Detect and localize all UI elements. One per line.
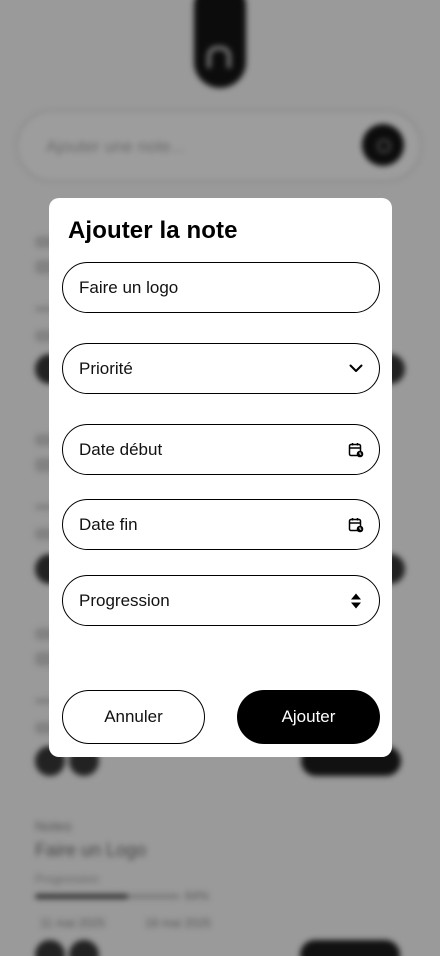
note-card-end-date: 18 mai 2025 [145,916,212,930]
dialog-title: Ajouter la note [68,217,238,244]
note-name-input[interactable]: Faire un logo [62,262,380,313]
progress-select[interactable]: Progression [62,575,380,626]
up-down-arrows-icon [347,592,365,610]
note-card-progress-bar [35,894,180,899]
end-date-label: Date fin [79,514,138,534]
priority-select-label: Priorité [79,358,133,378]
add-button[interactable]: Ajouter [237,690,380,744]
note-card-action-icon[interactable] [69,940,99,956]
search-placeholder: Ajouter une note... [46,137,185,156]
end-date-input[interactable]: Date fin [62,499,380,550]
note-name-value: Faire un logo [79,277,179,297]
chevron-down-icon [347,360,365,378]
note-card-status-button[interactable] [300,940,400,956]
progress-select-label: Progression [79,590,170,610]
priority-select[interactable]: Priorité [62,343,380,394]
app-logo-tab [194,0,246,88]
note-card-action-icon[interactable] [35,940,65,956]
note-card-progress-fill [35,894,128,899]
start-date-label: Date début [79,439,163,459]
start-date-input[interactable]: Date début [62,424,380,475]
cancel-button[interactable]: Annuler [62,690,205,744]
note-card-title: Faire un Logo [35,840,147,860]
note-card-progress-value: 64% [185,889,210,903]
search-button[interactable] [362,124,404,166]
calendar-icon[interactable] [347,441,365,459]
add-note-dialog: Ajouter la note Faire un logo Priorité D… [49,198,392,757]
app-logo-icon [207,46,231,68]
note-card-progress-label: Progression [35,872,100,886]
note-card-start-date: 11 mai 2025 [40,916,106,930]
note-card-label: Notes [35,818,72,834]
calendar-icon[interactable] [347,516,365,534]
